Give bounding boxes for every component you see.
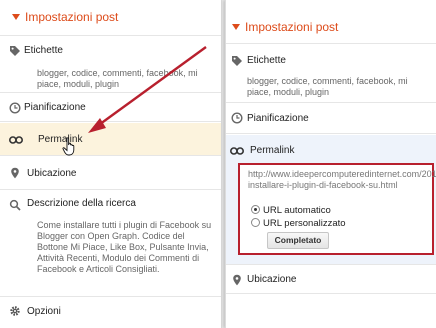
panel-header[interactable]: Impostazioni post (0, 0, 221, 36)
url-automatic-option[interactable]: URL automatico (251, 205, 331, 216)
permalink-url[interactable]: http://www.ideepercomputeredinternet.com… (248, 169, 436, 191)
labels-title: Etichette (24, 45, 63, 56)
location-title: Ubicazione (27, 168, 77, 179)
location-section[interactable]: Ubicazione (226, 266, 436, 294)
location-title: Ubicazione (247, 274, 297, 285)
collapse-triangle-icon[interactable] (232, 24, 240, 30)
options-title: Opzioni (27, 306, 61, 317)
labels-value: blogger, codice, commenti, facebook, mi … (37, 68, 198, 89)
search-description-text: Come installare tutti i plugin di Facebo… (37, 220, 212, 274)
left-settings-panel: Impostazioni post Etichette blogger, cod… (0, 0, 222, 328)
url-custom-label: URL personalizzato (263, 218, 346, 229)
location-section[interactable]: Ubicazione (0, 157, 221, 190)
radio-selected-icon[interactable] (251, 205, 260, 214)
options-section[interactable]: Opzioni (0, 298, 221, 328)
collapse-triangle-icon[interactable] (12, 14, 20, 20)
panel-title: Impostazioni post (25, 10, 119, 24)
labels-section[interactable]: Etichette blogger, codice, commenti, fac… (226, 45, 436, 103)
tag-icon (232, 56, 242, 66)
permalink-title: Permalink (250, 145, 295, 156)
link-icon (9, 136, 23, 144)
url-automatic-label: URL automatico (263, 205, 331, 216)
schedule-title: Pianificazione (24, 102, 86, 113)
hand-cursor-icon (62, 137, 75, 156)
permalink-section[interactable]: Permalink (0, 123, 221, 156)
schedule-section[interactable]: Pianificazione (0, 94, 221, 122)
location-pin-icon (11, 167, 19, 179)
right-settings-panel: Impostazioni post Etichette blogger, cod… (225, 0, 436, 328)
link-icon (230, 147, 244, 155)
schedule-title: Pianificazione (247, 113, 309, 124)
radio-unselected-icon[interactable] (251, 218, 260, 227)
url-custom-option[interactable]: URL personalizzato (251, 218, 346, 229)
panel-title: Impostazioni post (245, 20, 339, 34)
tag-icon (10, 46, 20, 56)
labels-section[interactable]: Etichette blogger, codice, commenti, fac… (0, 37, 221, 93)
labels-value: blogger, codice, commenti, facebook, mi … (247, 76, 408, 97)
search-description-title: Descrizione della ricerca (27, 198, 136, 209)
search-icon (9, 199, 21, 211)
gear-icon (10, 306, 20, 316)
search-description-section[interactable]: Descrizione della ricerca Come installar… (0, 191, 221, 297)
location-pin-icon (233, 274, 241, 286)
clock-icon (9, 102, 21, 114)
permalink-editor: http://www.ideepercomputeredinternet.com… (238, 163, 436, 255)
clock-icon (231, 112, 243, 124)
done-button[interactable]: Completato (267, 232, 329, 249)
panel-header[interactable]: Impostazioni post (226, 12, 436, 44)
labels-title: Etichette (247, 55, 286, 66)
schedule-section[interactable]: Pianificazione (226, 104, 436, 134)
